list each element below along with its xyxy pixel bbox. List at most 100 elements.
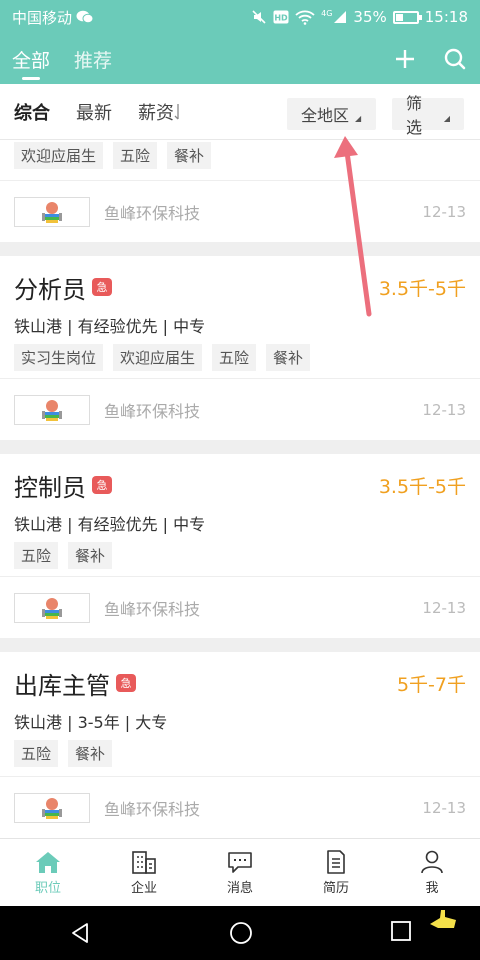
mute-icon	[252, 10, 266, 24]
tab-resume-label: 简历	[322, 880, 349, 896]
carrier: 中国移动	[12, 7, 94, 28]
tag: 五险	[14, 542, 59, 569]
tab-recommend-label: 推荐	[74, 49, 113, 72]
job-meta: 铁山港 | 有经验优先 | 中专	[14, 317, 206, 336]
region-dropdown[interactable]: 全地区 ◢	[287, 98, 376, 130]
building-icon	[132, 850, 156, 874]
tag: 五险	[113, 142, 158, 169]
job-card-partial[interactable]: 欢迎应届生 五险 餐补 鱼峰环保科技 12-13	[0, 140, 480, 242]
battery-percent: 35%	[353, 8, 387, 26]
sort-comprehensive[interactable]: 综合	[14, 99, 50, 125]
caret-down-icon: ◢	[355, 113, 362, 123]
sort-salary[interactable]: 薪资	[138, 99, 182, 125]
home-circle-icon[interactable]	[229, 921, 253, 945]
job-list[interactable]: 欢迎应届生 五险 餐补 鱼峰环保科技 12-13 分析员 急 3.5千-5千 铁…	[0, 140, 480, 838]
post-date: 12-13	[422, 798, 466, 817]
home-icon	[36, 851, 60, 873]
company-logo	[14, 196, 90, 227]
job-tags: 实习生岗位 欢迎应届生 五险 餐补	[0, 344, 480, 371]
job-card[interactable]: 出库主管 急 5千-7千 铁山港 | 3-5年 | 大专 五险 餐补 鱼峰环保科…	[0, 652, 480, 838]
tab-all-label: 全部	[12, 49, 51, 72]
company-row[interactable]: 鱼峰环保科技 12-13	[0, 378, 480, 440]
job-salary: 3.5千-5千	[378, 475, 466, 498]
urgent-badge: 急	[116, 674, 136, 692]
company-name: 鱼峰环保科技	[104, 599, 201, 619]
job-tags: 欢迎应届生 五险 餐补	[0, 142, 225, 169]
tag: 餐补	[68, 740, 113, 767]
tab-companies[interactable]: 企业	[96, 839, 192, 906]
job-salary: 3.5千-5千	[378, 277, 466, 300]
tab-companies-label: 企业	[130, 880, 157, 896]
wechat-icon	[76, 10, 94, 24]
network-type: 4G	[321, 9, 333, 18]
tab-recommend[interactable]: 推荐	[74, 34, 112, 84]
filter-dropdown[interactable]: 筛选 ◢	[392, 94, 464, 137]
tag: 五险	[212, 344, 257, 371]
tag: 实习生岗位	[14, 344, 104, 371]
tab-messages-label: 消息	[226, 880, 253, 896]
tag: 欢迎应届生	[14, 142, 104, 169]
company-row[interactable]: 鱼峰环保科技 12-13	[0, 180, 480, 242]
status-bar: 中国移动 HD 4G 35% 15:18	[0, 0, 480, 34]
battery-icon	[392, 10, 422, 24]
pointer-hand-icon	[429, 910, 456, 928]
job-tags: 五险 餐补	[0, 542, 480, 569]
sort-latest[interactable]: 最新	[76, 99, 112, 125]
filter-bar: 综合 最新 薪资 全地区 ◢ 筛选 ◢	[0, 84, 480, 140]
clock: 15:18	[424, 8, 468, 26]
recents-icon[interactable]	[390, 920, 412, 942]
sort-down-icon	[174, 103, 179, 119]
tab-messages[interactable]: 消息	[192, 839, 288, 906]
plus-icon	[396, 50, 414, 68]
company-logo	[14, 394, 90, 425]
post-date: 12-13	[422, 598, 466, 617]
tab-resume[interactable]: 简历	[288, 839, 384, 906]
urgent-badge: 急	[92, 278, 112, 296]
add-button[interactable]	[392, 46, 418, 72]
job-tags: 五险 餐补	[0, 740, 480, 767]
tag: 餐补	[266, 344, 311, 371]
app-bar: 全部 推荐	[0, 34, 480, 84]
job-card[interactable]: 控制员 急 3.5千-5千 铁山港 | 有经验优先 | 中专 五险 餐补 鱼峰环…	[0, 454, 480, 638]
tab-all[interactable]: 全部	[12, 34, 50, 84]
job-salary: 5千-7千	[396, 673, 466, 696]
tab-jobs[interactable]: 职位	[0, 839, 96, 906]
company-row[interactable]: 鱼峰环保科技 12-13	[0, 576, 480, 638]
back-icon[interactable]	[68, 921, 92, 945]
post-date: 12-13	[422, 400, 466, 419]
post-date: 12-13	[422, 202, 466, 221]
company-name: 鱼峰环保科技	[104, 401, 201, 421]
message-icon	[228, 851, 252, 873]
tag: 五险	[14, 740, 59, 767]
carrier-name: 中国移动	[12, 8, 73, 27]
person-icon	[421, 850, 443, 873]
bottom-tab-bar: 职位 企业 消息 简历 我	[0, 838, 480, 906]
company-name: 鱼峰环保科技	[104, 799, 201, 819]
job-card[interactable]: 分析员 急 3.5千-5千 铁山港 | 有经验优先 | 中专 实习生岗位 欢迎应…	[0, 256, 480, 440]
search-button[interactable]	[442, 46, 468, 72]
company-logo	[14, 592, 90, 623]
company-row[interactable]: 鱼峰环保科技 12-13	[0, 776, 480, 838]
tab-me[interactable]: 我	[384, 839, 480, 906]
signal-icon	[334, 11, 347, 23]
document-icon	[327, 849, 345, 874]
wifi-icon	[295, 10, 315, 25]
tag: 餐补	[167, 142, 212, 169]
svg-text:HD: HD	[274, 14, 288, 23]
search-icon	[444, 48, 466, 70]
tag: 餐补	[68, 542, 113, 569]
job-meta: 铁山港 | 有经验优先 | 中专	[14, 515, 206, 534]
job-meta: 铁山港 | 3-5年 | 大专	[14, 713, 168, 732]
company-name: 鱼峰环保科技	[104, 203, 201, 223]
job-title: 分析员	[14, 275, 86, 304]
tab-me-label: 我	[425, 880, 439, 896]
hd-icon: HD	[273, 10, 289, 24]
caret-down-icon: ◢	[443, 113, 450, 123]
job-title: 出库主管	[14, 671, 110, 700]
system-nav-bar	[0, 906, 480, 960]
job-title: 控制员	[14, 473, 86, 502]
tab-jobs-label: 职位	[34, 880, 61, 896]
company-logo	[14, 792, 90, 823]
region-label: 全地区	[301, 106, 350, 125]
sort-salary-label: 薪资	[138, 102, 174, 124]
